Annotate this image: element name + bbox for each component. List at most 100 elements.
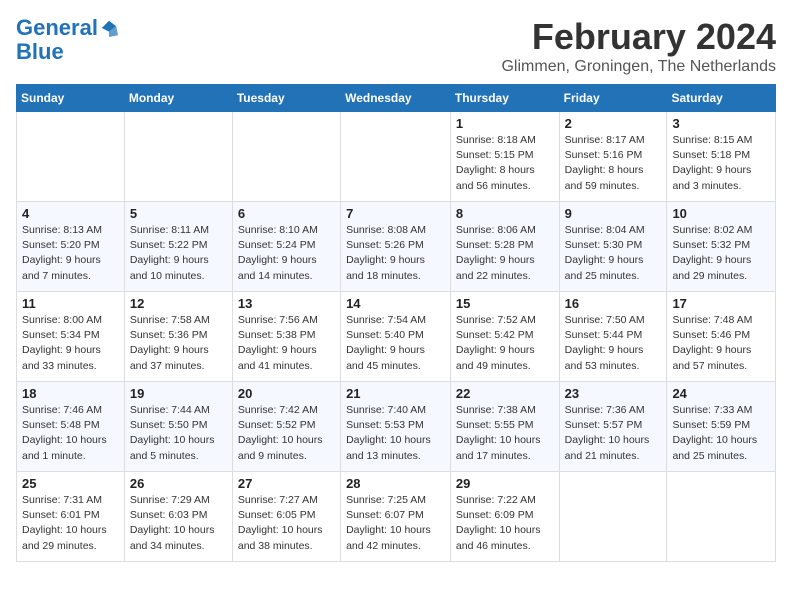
weekday-header-wednesday: Wednesday bbox=[341, 85, 451, 112]
calendar-cell: 21Sunrise: 7:40 AM Sunset: 5:53 PM Dayli… bbox=[341, 382, 451, 472]
calendar-cell bbox=[667, 472, 776, 562]
calendar-cell: 1 Sunrise: 8:18 AM Sunset: 5:15 PM Daylig… bbox=[450, 112, 559, 202]
day-info: Sunrise: 7:38 AM Sunset: 5:55 PM Dayligh… bbox=[456, 403, 554, 464]
calendar-cell bbox=[559, 472, 667, 562]
day-info: Sunrise: 8:17 AM Sunset: 5:16 PM Dayligh… bbox=[565, 133, 662, 194]
day-number: 26 bbox=[130, 476, 227, 491]
calendar-cell: 2 Sunrise: 8:17 AM Sunset: 5:16 PM Daylig… bbox=[559, 112, 667, 202]
day-info: Sunrise: 7:46 AM Sunset: 5:48 PM Dayligh… bbox=[22, 403, 119, 464]
day-number: 17 bbox=[672, 296, 770, 311]
day-number: 15 bbox=[456, 296, 554, 311]
calendar-cell: 26 Sunrise: 7:29 AM Sunset: 6:03 PM Dayli… bbox=[124, 472, 232, 562]
day-info: Sunrise: 8:04 AM Sunset: 5:30 PM Dayligh… bbox=[565, 223, 662, 284]
day-number: 3 bbox=[672, 116, 770, 131]
day-info: Sunrise: 7:42 AM Sunset: 5:52 PM Dayligh… bbox=[238, 403, 335, 464]
weekday-header-row: SundayMondayTuesdayWednesdayThursdayFrid… bbox=[17, 85, 776, 112]
day-info: Sunrise: 8:13 AM Sunset: 5:20 PM Dayligh… bbox=[22, 223, 119, 284]
day-info: Sunrise: 7:29 AM Sunset: 6:03 PM Dayligh… bbox=[130, 493, 227, 554]
day-info: Sunrise: 8:15 AM Sunset: 5:18 PM Dayligh… bbox=[672, 133, 770, 194]
logo-text: General bbox=[16, 16, 98, 40]
logo-line2-text: Blue bbox=[16, 40, 118, 64]
calendar-cell bbox=[232, 112, 340, 202]
day-number: 14 bbox=[346, 296, 445, 311]
calendar-cell: 10 Sunrise: 8:02 AM Sunset: 5:32 PM Dayli… bbox=[667, 202, 776, 292]
calendar-cell: 3 Sunrise: 8:15 AM Sunset: 5:18 PM Daylig… bbox=[667, 112, 776, 202]
weekday-header-tuesday: Tuesday bbox=[232, 85, 340, 112]
title-area: February 2024 Glimmen, Groningen, The Ne… bbox=[501, 16, 776, 76]
calendar-cell: 24Sunrise: 7:33 AM Sunset: 5:59 PM Dayli… bbox=[667, 382, 776, 472]
calendar-cell: 18 Sunrise: 7:46 AM Sunset: 5:48 PM Dayli… bbox=[17, 382, 125, 472]
day-number: 12 bbox=[130, 296, 227, 311]
calendar-cell: 9 Sunrise: 8:04 AM Sunset: 5:30 PM Daylig… bbox=[559, 202, 667, 292]
calendar-week-1: 1 Sunrise: 8:18 AM Sunset: 5:15 PM Daylig… bbox=[17, 112, 776, 202]
day-number: 7 bbox=[346, 206, 445, 221]
day-number: 8 bbox=[456, 206, 554, 221]
day-number: 22 bbox=[456, 386, 554, 401]
day-number: 9 bbox=[565, 206, 662, 221]
calendar-body: 1 Sunrise: 8:18 AM Sunset: 5:15 PM Daylig… bbox=[17, 112, 776, 562]
day-number: 1 bbox=[456, 116, 554, 131]
day-number: 6 bbox=[238, 206, 335, 221]
day-number: 20 bbox=[238, 386, 335, 401]
logo: General Blue bbox=[16, 16, 118, 64]
calendar-cell bbox=[341, 112, 451, 202]
day-info: Sunrise: 7:22 AM Sunset: 6:09 PM Dayligh… bbox=[456, 493, 554, 554]
day-info: Sunrise: 7:33 AM Sunset: 5:59 PM Dayligh… bbox=[672, 403, 770, 464]
calendar-cell: 28 Sunrise: 7:25 AM Sunset: 6:07 PM Dayli… bbox=[341, 472, 451, 562]
calendar-week-5: 25 Sunrise: 7:31 AM Sunset: 6:01 PM Dayli… bbox=[17, 472, 776, 562]
day-info: Sunrise: 7:25 AM Sunset: 6:07 PM Dayligh… bbox=[346, 493, 445, 554]
day-number: 13 bbox=[238, 296, 335, 311]
weekday-header-thursday: Thursday bbox=[450, 85, 559, 112]
day-info: Sunrise: 8:06 AM Sunset: 5:28 PM Dayligh… bbox=[456, 223, 554, 284]
calendar-cell: 4Sunrise: 8:13 AM Sunset: 5:20 PM Daylig… bbox=[17, 202, 125, 292]
calendar-cell: 23Sunrise: 7:36 AM Sunset: 5:57 PM Dayli… bbox=[559, 382, 667, 472]
calendar-header: SundayMondayTuesdayWednesdayThursdayFrid… bbox=[17, 85, 776, 112]
day-info: Sunrise: 7:48 AM Sunset: 5:46 PM Dayligh… bbox=[672, 313, 770, 374]
day-info: Sunrise: 7:50 AM Sunset: 5:44 PM Dayligh… bbox=[565, 313, 662, 374]
weekday-header-saturday: Saturday bbox=[667, 85, 776, 112]
calendar-cell: 5Sunrise: 8:11 AM Sunset: 5:22 PM Daylig… bbox=[124, 202, 232, 292]
header: General Blue February 2024 Glimmen, Gron… bbox=[16, 16, 776, 76]
logo-bird-icon bbox=[100, 19, 118, 37]
day-info: Sunrise: 7:27 AM Sunset: 6:05 PM Dayligh… bbox=[238, 493, 335, 554]
calendar-cell: 11 Sunrise: 8:00 AM Sunset: 5:34 PM Dayli… bbox=[17, 292, 125, 382]
calendar-cell: 25 Sunrise: 7:31 AM Sunset: 6:01 PM Dayli… bbox=[17, 472, 125, 562]
day-number: 28 bbox=[346, 476, 445, 491]
day-number: 18 bbox=[22, 386, 119, 401]
day-info: Sunrise: 7:40 AM Sunset: 5:53 PM Dayligh… bbox=[346, 403, 445, 464]
day-info: Sunrise: 8:10 AM Sunset: 5:24 PM Dayligh… bbox=[238, 223, 335, 284]
day-number: 19 bbox=[130, 386, 227, 401]
calendar-week-3: 11 Sunrise: 8:00 AM Sunset: 5:34 PM Dayli… bbox=[17, 292, 776, 382]
calendar-cell bbox=[17, 112, 125, 202]
calendar-cell: 13Sunrise: 7:56 AM Sunset: 5:38 PM Dayli… bbox=[232, 292, 340, 382]
logo-line1: General bbox=[16, 15, 98, 40]
calendar-cell: 20 Sunrise: 7:42 AM Sunset: 5:52 PM Dayli… bbox=[232, 382, 340, 472]
calendar-cell: 22 Sunrise: 7:38 AM Sunset: 5:55 PM Dayli… bbox=[450, 382, 559, 472]
day-number: 27 bbox=[238, 476, 335, 491]
calendar-cell: 27 Sunrise: 7:27 AM Sunset: 6:05 PM Dayli… bbox=[232, 472, 340, 562]
day-info: Sunrise: 7:44 AM Sunset: 5:50 PM Dayligh… bbox=[130, 403, 227, 464]
day-number: 2 bbox=[565, 116, 662, 131]
day-info: Sunrise: 8:08 AM Sunset: 5:26 PM Dayligh… bbox=[346, 223, 445, 284]
calendar-week-4: 18 Sunrise: 7:46 AM Sunset: 5:48 PM Dayli… bbox=[17, 382, 776, 472]
day-info: Sunrise: 8:18 AM Sunset: 5:15 PM Dayligh… bbox=[456, 133, 554, 194]
calendar-cell: 12Sunrise: 7:58 AM Sunset: 5:36 PM Dayli… bbox=[124, 292, 232, 382]
calendar-cell bbox=[124, 112, 232, 202]
calendar-cell: 17 Sunrise: 7:48 AM Sunset: 5:46 PM Dayli… bbox=[667, 292, 776, 382]
day-info: Sunrise: 8:02 AM Sunset: 5:32 PM Dayligh… bbox=[672, 223, 770, 284]
day-info: Sunrise: 7:31 AM Sunset: 6:01 PM Dayligh… bbox=[22, 493, 119, 554]
day-number: 25 bbox=[22, 476, 119, 491]
calendar-cell: 6 Sunrise: 8:10 AM Sunset: 5:24 PM Daylig… bbox=[232, 202, 340, 292]
day-number: 23 bbox=[565, 386, 662, 401]
calendar-cell: 7 Sunrise: 8:08 AM Sunset: 5:26 PM Daylig… bbox=[341, 202, 451, 292]
calendar-cell: 8 Sunrise: 8:06 AM Sunset: 5:28 PM Daylig… bbox=[450, 202, 559, 292]
weekday-header-monday: Monday bbox=[124, 85, 232, 112]
day-number: 29 bbox=[456, 476, 554, 491]
weekday-header-friday: Friday bbox=[559, 85, 667, 112]
day-info: Sunrise: 8:11 AM Sunset: 5:22 PM Dayligh… bbox=[130, 223, 227, 284]
calendar-cell: 16Sunrise: 7:50 AM Sunset: 5:44 PM Dayli… bbox=[559, 292, 667, 382]
day-number: 10 bbox=[672, 206, 770, 221]
day-info: Sunrise: 8:00 AM Sunset: 5:34 PM Dayligh… bbox=[22, 313, 119, 374]
day-number: 11 bbox=[22, 296, 119, 311]
calendar-cell: 19 Sunrise: 7:44 AM Sunset: 5:50 PM Dayli… bbox=[124, 382, 232, 472]
